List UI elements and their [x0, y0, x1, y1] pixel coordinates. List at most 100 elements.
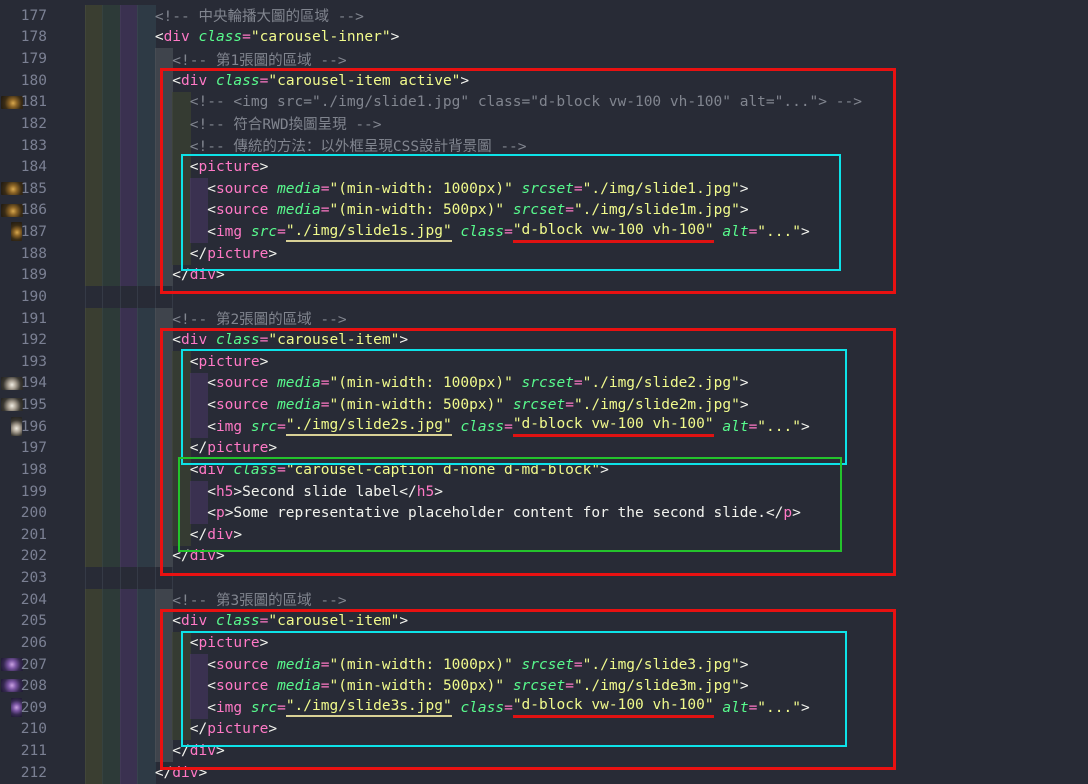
- line-number[interactable]: 203: [21, 567, 47, 589]
- code-line-content[interactable]: <p>Some representative placeholder conte…: [85, 502, 1088, 524]
- code-line-content[interactable]: [85, 567, 1088, 589]
- code-line-content[interactable]: <source media="(min-width: 500px)" srcse…: [85, 394, 1088, 416]
- code-line[interactable]: 209 <img src="./img/slide3s.jpg" class="d…: [0, 697, 1088, 719]
- line-number[interactable]: 186: [21, 200, 47, 222]
- line-number[interactable]: 211: [21, 740, 47, 762]
- line-number[interactable]: 192: [21, 329, 47, 351]
- code-line[interactable]: 197 </picture>: [0, 438, 1088, 460]
- code-line[interactable]: 182 <!-- 符合RWD換圖呈現 -->: [0, 113, 1088, 135]
- line-number[interactable]: 180: [21, 70, 47, 92]
- code-line-content[interactable]: </picture>: [85, 719, 1088, 741]
- code-line[interactable]: 192 <div class="carousel-item">: [0, 329, 1088, 351]
- code-line[interactable]: 210 </picture>: [0, 719, 1088, 741]
- line-number[interactable]: 206: [21, 632, 47, 654]
- code-line-content[interactable]: </div>: [85, 740, 1088, 762]
- code-line[interactable]: 211 </div>: [0, 740, 1088, 762]
- code-line[interactable]: 193 <picture>: [0, 351, 1088, 373]
- line-number[interactable]: 187: [21, 221, 47, 243]
- code-line[interactable]: 194 <source media="(min-width: 1000px)" s…: [0, 373, 1088, 395]
- code-line-content[interactable]: [85, 286, 1088, 308]
- code-line[interactable]: 196 <img src="./img/slide2s.jpg" class="d…: [0, 416, 1088, 438]
- code-line[interactable]: 199 <h5>Second slide label</h5>: [0, 481, 1088, 503]
- code-line[interactable]: 180 <div class="carousel-item active">: [0, 70, 1088, 92]
- code-line-content[interactable]: <!-- 符合RWD換圖呈現 -->: [85, 113, 1088, 135]
- code-line-content[interactable]: <h5>Second slide label</h5>: [85, 481, 1088, 503]
- code-line-content[interactable]: </picture>: [85, 243, 1088, 265]
- code-line-content[interactable]: <img src="./img/slide2s.jpg" class="d-bl…: [85, 416, 1088, 438]
- line-number[interactable]: 201: [21, 524, 47, 546]
- code-line-content[interactable]: <source media="(min-width: 1000px)" srcs…: [85, 654, 1088, 676]
- line-number[interactable]: 184: [21, 156, 47, 178]
- code-line[interactable]: 178 <div class="carousel-inner">: [0, 27, 1088, 49]
- line-number[interactable]: 208: [21, 675, 47, 697]
- code-line-content[interactable]: <source media="(min-width: 1000px)" srcs…: [85, 178, 1088, 200]
- code-line[interactable]: 177 <!-- 中央輪播大圖的區域 -->: [0, 5, 1088, 27]
- line-number[interactable]: 194: [21, 373, 47, 395]
- code-line-content[interactable]: <!-- 中央輪播大圖的區域 -->: [85, 5, 1088, 27]
- code-line-content[interactable]: <div class="carousel-caption d-none d-md…: [85, 459, 1088, 481]
- code-line[interactable]: 184 <picture>: [0, 156, 1088, 178]
- code-line-content[interactable]: <!-- 第2張圖的區域 -->: [85, 308, 1088, 330]
- line-number[interactable]: 191: [21, 308, 47, 330]
- line-number[interactable]: 202: [21, 546, 47, 568]
- line-number[interactable]: 179: [21, 48, 47, 70]
- line-number[interactable]: 178: [21, 27, 47, 49]
- code-line[interactable]: 179 <!-- 第1張圖的區域 -->: [0, 48, 1088, 70]
- code-line-content[interactable]: <source media="(min-width: 1000px)" srcs…: [85, 373, 1088, 395]
- code-line[interactable]: 190: [0, 286, 1088, 308]
- code-line-content[interactable]: <picture>: [85, 351, 1088, 373]
- line-number[interactable]: 210: [21, 719, 47, 741]
- line-number[interactable]: 182: [21, 113, 47, 135]
- code-line[interactable]: 186 <source media="(min-width: 500px)" sr…: [0, 200, 1088, 222]
- code-line[interactable]: 201</div>: [0, 524, 1088, 546]
- code-line-content[interactable]: <!-- 第1張圖的區域 -->: [85, 48, 1088, 70]
- line-number[interactable]: 197: [21, 438, 47, 460]
- line-number[interactable]: 181: [21, 92, 47, 114]
- code-line[interactable]: 195 <source media="(min-width: 500px)" sr…: [0, 394, 1088, 416]
- code-line[interactable]: 212 </div>: [0, 762, 1088, 784]
- code-line-content[interactable]: <source media="(min-width: 500px)" srcse…: [85, 675, 1088, 697]
- line-number[interactable]: 205: [21, 611, 47, 633]
- code-line-content[interactable]: <div class="carousel-inner">: [85, 27, 1088, 49]
- line-number[interactable]: 204: [21, 589, 47, 611]
- code-line-content[interactable]: <picture>: [85, 156, 1088, 178]
- code-editor[interactable]: 177 <!-- 中央輪播大圖的區域 --> 178 <div class="caro…: [0, 0, 1088, 784]
- code-line-content[interactable]: </div>: [85, 265, 1088, 287]
- line-number[interactable]: 183: [21, 135, 47, 157]
- code-line[interactable]: 187 <img src="./img/slide1s.jpg" class="d…: [0, 221, 1088, 243]
- line-number[interactable]: 199: [21, 481, 47, 503]
- code-line-content[interactable]: <source media="(min-width: 500px)" srcse…: [85, 200, 1088, 222]
- code-line[interactable]: 189 </div>: [0, 265, 1088, 287]
- code-line-content[interactable]: </picture>: [85, 438, 1088, 460]
- code-line-content[interactable]: <div class="carousel-item">: [85, 611, 1088, 633]
- code-line-content[interactable]: <div class="carousel-item">: [85, 329, 1088, 351]
- line-number[interactable]: 190: [21, 286, 47, 308]
- code-line-content[interactable]: <img src="./img/slide1s.jpg" class="d-bl…: [85, 221, 1088, 243]
- line-number[interactable]: 212: [21, 762, 47, 784]
- line-number[interactable]: 177: [21, 5, 47, 27]
- code-line-content[interactable]: </div>: [85, 762, 1088, 784]
- code-line[interactable]: 200<p>Some representative placeholder co…: [0, 502, 1088, 524]
- line-number[interactable]: 195: [21, 394, 47, 416]
- code-line[interactable]: 183<!-- 傳統的方法：以外框呈現CSS設計背景圖 -->: [0, 135, 1088, 157]
- line-number[interactable]: 189: [21, 265, 47, 287]
- line-number[interactable]: 207: [21, 654, 47, 676]
- code-line[interactable]: 205 <div class="carousel-item">: [0, 611, 1088, 633]
- code-line[interactable]: 206<picture>: [0, 632, 1088, 654]
- code-line-content[interactable]: <!-- <img src="./img/slide1.jpg" class="…: [85, 92, 1088, 114]
- code-line[interactable]: 188 </picture>: [0, 243, 1088, 265]
- code-line[interactable]: 207 <source media="(min-width: 1000px)" s…: [0, 654, 1088, 676]
- code-line[interactable]: 208 <source media="(min-width: 500px)" sr…: [0, 675, 1088, 697]
- code-line-content[interactable]: <div class="carousel-item active">: [85, 70, 1088, 92]
- code-line[interactable]: 198<div class="carousel-caption d-none d…: [0, 459, 1088, 481]
- code-line[interactable]: 203: [0, 567, 1088, 589]
- line-number[interactable]: 209: [21, 697, 47, 719]
- line-number[interactable]: 188: [21, 243, 47, 265]
- line-number[interactable]: 193: [21, 351, 47, 373]
- code-line-content[interactable]: <img src="./img/slide3s.jpg" class="d-bl…: [85, 697, 1088, 719]
- line-number[interactable]: 185: [21, 178, 47, 200]
- code-line[interactable]: 181 <!-- <img src="./img/slide1.jpg" clas…: [0, 92, 1088, 114]
- line-number[interactable]: 196: [21, 416, 47, 438]
- code-line[interactable]: 191 <!-- 第2張圖的區域 -->: [0, 308, 1088, 330]
- code-line[interactable]: 185 <source media="(min-width: 1000px)" s…: [0, 178, 1088, 200]
